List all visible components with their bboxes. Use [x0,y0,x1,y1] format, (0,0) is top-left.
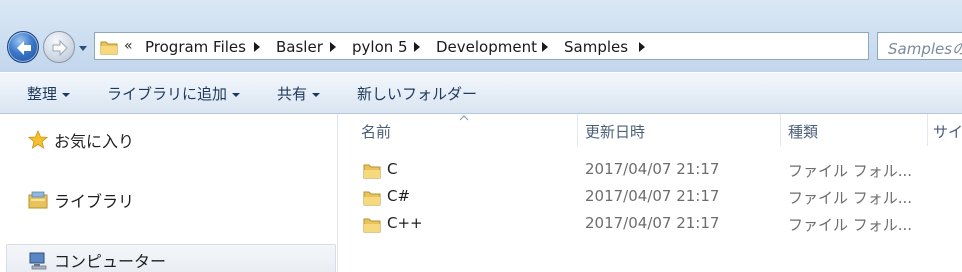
share-label: 共有 [277,85,308,103]
nav-libraries-label: ライブラリ [54,192,135,211]
organize-button[interactable]: 整理 [27,83,71,104]
breadcrumb-arrow-icon[interactable] [541,42,549,52]
caret-down-icon [62,92,71,97]
caret-down-icon [232,92,241,97]
column-name-label: 名前 [361,123,392,141]
file-date: 2017/04/07 21:17 [585,214,720,232]
column-date-label: 更新日時 [585,123,646,141]
file-date: 2017/04/07 21:17 [585,187,720,205]
breadcrumb-pylon5[interactable]: pylon 5 [352,38,408,56]
file-name: C [387,160,398,178]
new-folder-button[interactable]: 新しいフォルダー [357,83,477,104]
breadcrumb-arrow-icon[interactable] [413,42,421,52]
file-row[interactable]: C# 2017/04/07 21:17 ファイル フォル... [339,184,962,210]
column-type-label: 種類 [788,123,819,141]
folder-icon [363,191,381,206]
folder-icon [363,218,381,233]
nav-favorites-label: お気に入り [54,132,135,151]
caret-down-icon [312,92,321,97]
nav-computer-label: コンピューター [54,252,167,271]
add-to-library-button[interactable]: ライブラリに追加 [107,83,241,104]
star-icon [28,130,48,149]
address-bar-area: « Program Files Basler pylon 5 Developme… [0,0,962,72]
add-to-library-label: ライブラリに追加 [107,85,228,103]
column-size-label: サイ [933,123,962,141]
folder-icon [363,164,381,179]
file-name: C++ [387,214,423,232]
share-button[interactable]: 共有 [277,83,321,104]
search-box[interactable]: Samplesの [877,32,962,60]
navigation-pane: お気に入り ライブラリ コンピューター [0,114,338,272]
breadcrumb-samples[interactable]: Samples [564,38,628,56]
folder-icon [100,41,118,55]
file-name: C# [387,187,411,205]
breadcrumb-arrow-icon[interactable] [329,42,337,52]
file-type: ファイル フォル... [788,189,913,207]
file-list: 名前 更新日時 種類 サイ C 2017/04/07 21:17 ファイル フォ… [339,114,962,272]
column-header-name[interactable]: 名前 [339,114,578,146]
command-toolbar: 整理 ライブラリに追加 共有 新しいフォルダー [0,72,962,114]
breadcrumb-arrow-icon[interactable] [638,42,646,52]
organize-label: 整理 [27,85,58,103]
file-type: ファイル フォル... [788,216,913,234]
forward-arrow-icon [52,39,68,57]
forward-button[interactable] [43,31,75,63]
file-date: 2017/04/07 21:17 [585,160,720,178]
breadcrumb-basler[interactable]: Basler [276,38,323,56]
search-placeholder: Samplesの [888,40,962,58]
recent-pages-button[interactable] [77,42,89,54]
back-button[interactable] [7,31,39,63]
address-bar[interactable]: « Program Files Basler pylon 5 Developme… [94,32,960,60]
library-icon [28,191,48,209]
file-row[interactable]: C 2017/04/07 21:17 ファイル フォル... [339,157,962,183]
breadcrumb-arrow-icon[interactable] [253,42,261,52]
file-type: ファイル フォル... [788,162,913,180]
back-arrow-icon [17,41,31,55]
breadcrumb-program-files[interactable]: Program Files [145,38,246,56]
address-overflow-button[interactable]: « [124,38,133,54]
computer-icon [29,252,47,270]
file-row[interactable]: C++ 2017/04/07 21:17 ファイル フォル... [339,211,962,237]
column-header-type[interactable]: 種類 [781,114,928,146]
sort-ascending-icon [459,115,469,121]
column-header-date[interactable]: 更新日時 [578,114,781,146]
breadcrumb-development[interactable]: Development [436,38,537,56]
column-header-size[interactable]: サイ [928,114,962,146]
